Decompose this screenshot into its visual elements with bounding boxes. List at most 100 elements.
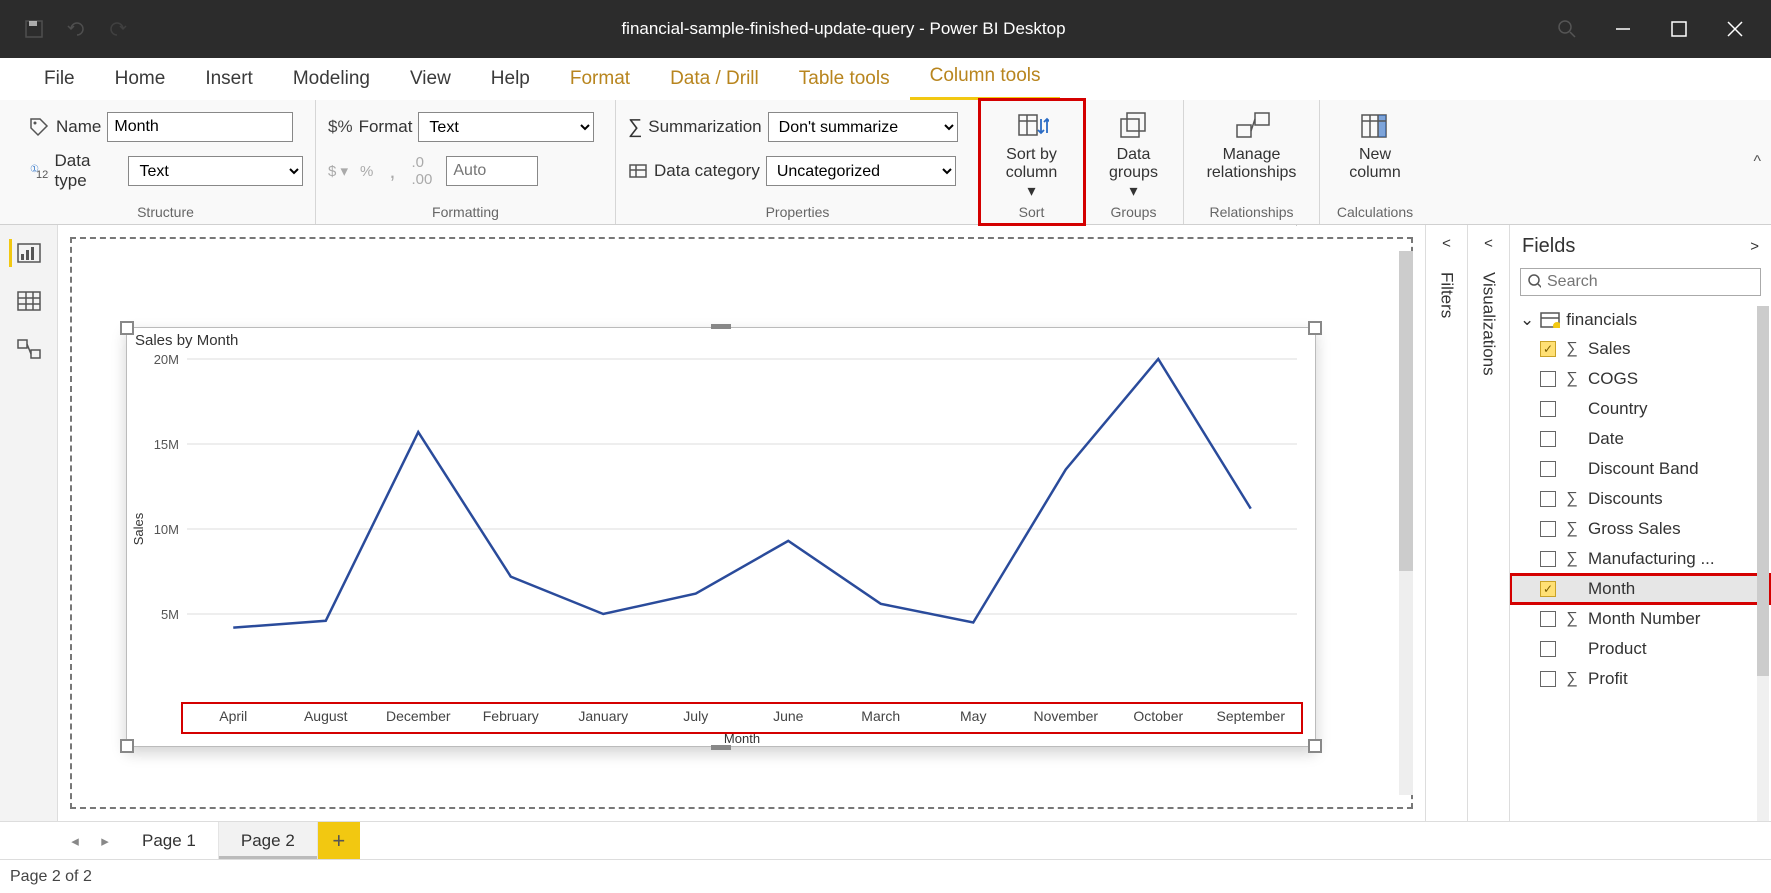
field-label: Discounts [1588, 489, 1663, 509]
svg-text:February: February [483, 708, 539, 724]
sigma-icon: ∑ [1564, 370, 1580, 388]
sigma-icon: ∑ [1564, 670, 1580, 688]
field-label: Month [1588, 579, 1635, 599]
decimals-button[interactable]: .0.00 [412, 154, 433, 188]
group-label-structure: Structure [28, 204, 303, 220]
maximize-icon[interactable] [1669, 19, 1689, 39]
fields-scrollthumb[interactable] [1757, 306, 1769, 676]
field-label: Gross Sales [1588, 519, 1681, 539]
checkbox[interactable] [1540, 461, 1556, 477]
save-icon[interactable] [22, 17, 46, 41]
new-column-button[interactable]: Newcolumn [1332, 108, 1418, 185]
comma-button[interactable]: , [389, 158, 395, 184]
field-discounts[interactable]: ∑Discounts [1510, 484, 1771, 514]
tab-home[interactable]: Home [95, 60, 186, 100]
report-canvas[interactable]: ••• Sales by Month 5M10M15M20MSalesApril… [58, 225, 1425, 821]
datatype-select[interactable]: Text [128, 156, 303, 186]
field-cogs[interactable]: ∑COGS [1510, 364, 1771, 394]
tab-modeling[interactable]: Modeling [273, 60, 390, 100]
search-icon[interactable] [1557, 19, 1577, 39]
sigma-icon: ∑ [1564, 610, 1580, 628]
datacategory-select[interactable]: Uncategorized [766, 156, 956, 186]
checkbox[interactable]: ✓ [1540, 341, 1556, 357]
search-icon [1527, 273, 1541, 291]
tab-column-tools[interactable]: Column tools [910, 57, 1061, 100]
group-label-calculations: Calculations [1332, 204, 1418, 220]
checkbox[interactable] [1540, 401, 1556, 417]
prev-page-icon[interactable]: ◂ [60, 822, 90, 859]
manage-relationships-button[interactable]: Managerelationships [1196, 108, 1307, 185]
tab-file[interactable]: File [24, 60, 95, 100]
checkbox[interactable]: ✓ [1540, 581, 1556, 597]
field-gross-sales[interactable]: ∑Gross Sales [1510, 514, 1771, 544]
name-input[interactable] [107, 112, 293, 142]
expand-visualizations-icon[interactable]: < [1484, 235, 1493, 252]
format-icon: $% [328, 117, 353, 137]
field-discount-band[interactable]: Discount Band [1510, 454, 1771, 484]
svg-text:123: 123 [36, 169, 49, 181]
svg-text:15M: 15M [154, 437, 179, 452]
filter-visual-icon[interactable] [1284, 225, 1306, 233]
tab-view[interactable]: View [390, 60, 471, 100]
group-label-properties: Properties [628, 204, 967, 220]
tab-format[interactable]: Format [550, 60, 650, 100]
field-date[interactable]: Date [1510, 424, 1771, 454]
canvas-scrollbar[interactable] [1399, 251, 1413, 795]
chart-visual[interactable]: Sales by Month 5M10M15M20MSalesAprilAugu… [126, 327, 1316, 747]
filters-pane-collapsed[interactable]: < Filters [1425, 225, 1467, 821]
page-tab-page-2[interactable]: Page 2 [219, 822, 318, 859]
sort-by-column-button[interactable]: Sort bycolumn ▾ [992, 108, 1071, 203]
redo-icon[interactable] [106, 17, 130, 41]
checkbox[interactable] [1540, 641, 1556, 657]
svg-text:August: August [304, 708, 348, 724]
tab-table-tools[interactable]: Table tools [779, 60, 910, 100]
summarization-select[interactable]: Don't summarize [768, 112, 958, 142]
add-page-button[interactable]: + [318, 822, 360, 859]
expand-filters-icon[interactable]: < [1442, 235, 1451, 252]
focus-mode-icon[interactable] [1328, 225, 1350, 233]
close-icon[interactable] [1725, 19, 1745, 39]
table-financials[interactable]: ⌄financials [1510, 306, 1771, 334]
tag-icon [28, 116, 50, 138]
field-profit[interactable]: ∑Profit [1510, 664, 1771, 694]
tab-help[interactable]: Help [471, 60, 550, 100]
svg-text:June: June [773, 708, 804, 724]
field-month[interactable]: ✓ Month [1510, 574, 1771, 604]
checkbox[interactable] [1540, 521, 1556, 537]
visualizations-pane-collapsed[interactable]: < Visualizations [1467, 225, 1509, 821]
field-country[interactable]: Country [1510, 394, 1771, 424]
more-options-icon[interactable]: ••• [1372, 225, 1401, 233]
next-page-icon[interactable]: ▸ [90, 822, 120, 859]
group-label-groups: Groups [1096, 204, 1171, 220]
field-product[interactable]: Product [1510, 634, 1771, 664]
field-month-number[interactable]: ∑Month Number [1510, 604, 1771, 634]
field-sales[interactable]: ✓∑Sales [1510, 334, 1771, 364]
model-view-icon[interactable] [13, 335, 45, 363]
data-view-icon[interactable] [13, 287, 45, 315]
collapse-ribbon-icon[interactable]: ^ [1753, 153, 1761, 171]
tab-data-drill[interactable]: Data / Drill [650, 60, 779, 100]
checkbox[interactable] [1540, 431, 1556, 447]
page-tab-page-1[interactable]: Page 1 [120, 822, 219, 859]
currency-button[interactable]: $ ▾ [328, 162, 348, 180]
checkbox[interactable] [1540, 671, 1556, 687]
svg-text:December: December [386, 708, 451, 724]
checkbox[interactable] [1540, 611, 1556, 627]
percent-button[interactable]: % [360, 163, 373, 180]
checkbox[interactable] [1540, 551, 1556, 567]
checkbox[interactable] [1540, 491, 1556, 507]
checkbox[interactable] [1540, 371, 1556, 387]
data-groups-button[interactable]: Datagroups ▾ [1096, 108, 1171, 203]
fields-search-input[interactable] [1547, 273, 1754, 291]
fields-search[interactable] [1520, 268, 1761, 296]
minimize-icon[interactable] [1613, 19, 1633, 39]
tab-insert[interactable]: Insert [185, 60, 273, 100]
app-title: financial-sample-finished-update-query -… [130, 19, 1557, 39]
format-select[interactable]: Text [418, 112, 594, 142]
report-view-icon[interactable] [9, 239, 41, 267]
decimal-places-input[interactable] [446, 156, 538, 186]
field-manufacturing-[interactable]: ∑Manufacturing ... [1510, 544, 1771, 574]
collapse-fields-icon[interactable]: > [1750, 238, 1759, 255]
relationships-icon [1233, 110, 1271, 142]
undo-icon[interactable] [64, 17, 88, 41]
